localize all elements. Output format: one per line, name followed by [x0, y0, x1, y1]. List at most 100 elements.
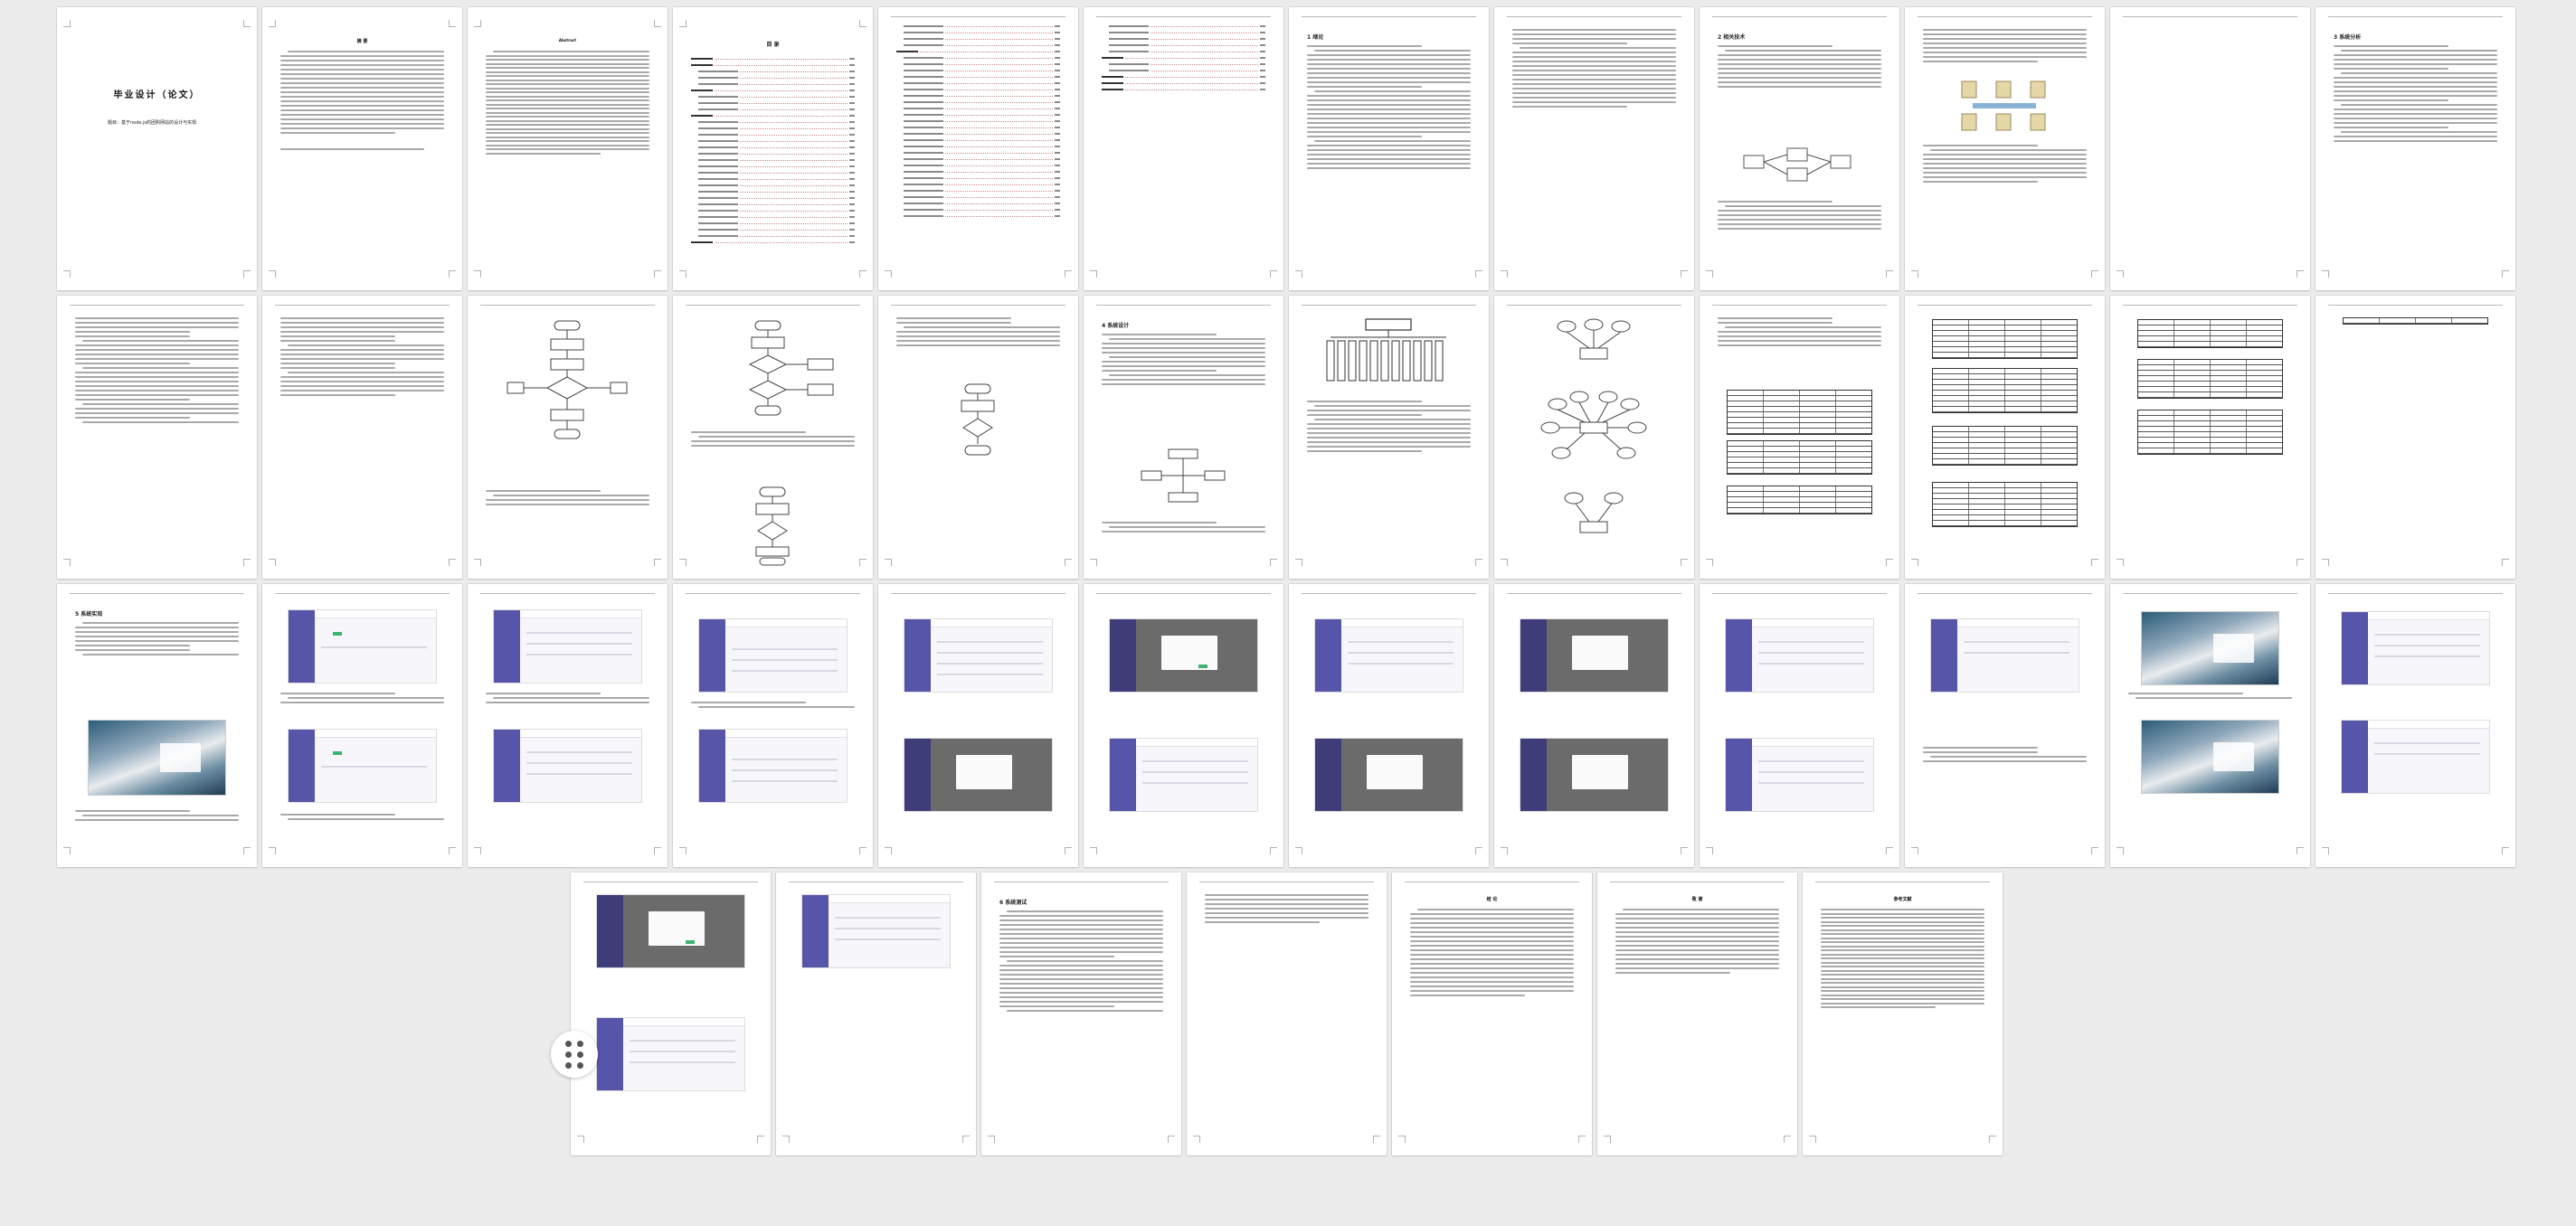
- page-thumbnail[interactable]: [1289, 296, 1489, 579]
- crop-mark: [269, 559, 276, 566]
- chapter-body: [1923, 747, 2087, 762]
- page-thumbnail[interactable]: [1905, 7, 2105, 290]
- admin-modal-screenshot: [1109, 618, 1258, 693]
- chapter-body: [75, 810, 239, 821]
- page-thumbnail[interactable]: [878, 7, 1078, 290]
- crop-mark: [1065, 847, 1072, 854]
- page-thumbnail[interactable]: 1 绪论: [1289, 7, 1489, 290]
- document-thumbnail-viewer: 毕业设计（论文） 题目：基于node.js的团购网站的设计与实现 摘 要 Abs…: [0, 0, 2576, 1226]
- admin-screenshot: [493, 729, 642, 803]
- header-rule: [275, 305, 450, 306]
- admin-screenshot: [1109, 738, 1258, 812]
- page-thumbnail[interactable]: [2316, 584, 2515, 867]
- crop-mark: [577, 1136, 584, 1143]
- crop-mark: [2322, 270, 2329, 278]
- page-thumbnail[interactable]: [1084, 584, 1283, 867]
- crop-mark: [1706, 559, 1713, 566]
- page-thumbnail[interactable]: Abstract: [468, 7, 668, 290]
- crop-mark: [243, 270, 251, 278]
- header-rule: [1712, 305, 1887, 306]
- chapter-body: [1102, 522, 1265, 533]
- data-table: [1932, 426, 2078, 466]
- page-thumbnail[interactable]: 致 谢: [1597, 872, 1797, 1155]
- page-thumbnail[interactable]: [2316, 296, 2515, 579]
- page-thumbnail[interactable]: [2110, 584, 2310, 867]
- chapter-body: [1923, 29, 2087, 62]
- crop-mark: [449, 847, 456, 854]
- chapter-body: [75, 317, 239, 423]
- architecture-diagram: [1743, 147, 1852, 182]
- page-thumbnail[interactable]: [1700, 296, 1899, 579]
- crop-mark: [2091, 847, 2098, 854]
- chapter-body: [691, 702, 855, 708]
- page-thumbnail[interactable]: [1700, 584, 1899, 867]
- crop-mark: [1065, 559, 1072, 566]
- chapter-body: [1615, 909, 1779, 974]
- page-thumbnail[interactable]: 目 录: [673, 7, 873, 290]
- header-rule: [1712, 593, 1887, 594]
- page-thumbnail[interactable]: [1494, 584, 1694, 867]
- crop-mark: [63, 559, 71, 566]
- crop-mark: [1501, 559, 1508, 566]
- page-grid-toggle-button[interactable]: [551, 1031, 598, 1078]
- crop-mark: [782, 1136, 790, 1143]
- admin-screenshot: [2341, 720, 2490, 794]
- page-thumbnail[interactable]: [468, 296, 668, 579]
- page-thumbnail[interactable]: 2 相关技术: [1700, 7, 1899, 290]
- crop-mark: [654, 270, 661, 278]
- page-thumbnail[interactable]: [1905, 584, 2105, 867]
- page-thumbnail[interactable]: [468, 584, 668, 867]
- crop-mark: [1681, 270, 1688, 278]
- page-thumbnail[interactable]: 摘 要: [262, 7, 462, 290]
- page-thumbnail[interactable]: [673, 584, 873, 867]
- page-thumbnail[interactable]: [673, 296, 873, 579]
- page-thumbnail[interactable]: 3 系统分析: [2316, 7, 2515, 290]
- page-thumbnail[interactable]: [1905, 296, 2105, 579]
- page-thumbnail[interactable]: 5 系统实现: [57, 584, 257, 867]
- function-structure-diagram: [1326, 318, 1446, 382]
- admin-screenshot: [698, 729, 848, 803]
- page-thumbnail[interactable]: 毕业设计（论文） 题目：基于node.js的团购网站的设计与实现: [57, 7, 257, 290]
- system-architecture-diagram: [1141, 448, 1226, 503]
- chapter-body: [486, 490, 649, 505]
- references-list: [1821, 909, 1984, 1008]
- crop-mark: [449, 270, 456, 278]
- page-thumbnail[interactable]: 参考文献: [1803, 872, 2003, 1155]
- page-thumbnail[interactable]: [262, 296, 462, 579]
- er-diagrams: [1540, 318, 1647, 533]
- page-thumbnail[interactable]: [878, 584, 1078, 867]
- crop-mark: [269, 20, 276, 27]
- header-rule: [1507, 305, 1681, 306]
- page-thumbnail[interactable]: [571, 872, 771, 1155]
- page-thumbnail[interactable]: [262, 584, 462, 867]
- page-thumbnail[interactable]: [2110, 7, 2310, 290]
- page-thumbnail[interactable]: [1084, 7, 1283, 290]
- page-thumbnail[interactable]: 4 系统设计: [1084, 296, 1283, 579]
- page-thumbnail[interactable]: [776, 872, 976, 1155]
- header-rule: [686, 305, 860, 306]
- chapter-body: 4 系统设计: [1102, 319, 1265, 385]
- cover-subtitle: 题目：基于node.js的团购网站的设计与实现: [108, 120, 197, 126]
- admin-screenshot: [1930, 618, 2079, 693]
- crop-mark: [1501, 847, 1508, 854]
- page-thumbnail[interactable]: [878, 296, 1078, 579]
- page-thumbnail[interactable]: [57, 296, 257, 579]
- crop-mark: [654, 20, 661, 27]
- page-thumbnail[interactable]: [1494, 296, 1694, 579]
- page-thumbnail[interactable]: [1289, 584, 1489, 867]
- crop-mark: [1295, 847, 1302, 854]
- chapter-body: 6 系统测试: [999, 896, 1163, 1012]
- crop-mark: [859, 559, 867, 566]
- page-thumbnail[interactable]: [2110, 296, 2310, 579]
- chapter-heading: 3 系统分析: [2334, 34, 2362, 41]
- header-rule: [2328, 305, 2503, 306]
- page-thumbnail[interactable]: 6 系统测试: [981, 872, 1181, 1155]
- page-thumbnail[interactable]: 结 论: [1392, 872, 1592, 1155]
- chapter-body: [691, 431, 855, 447]
- data-table: [2137, 410, 2283, 455]
- login-page-screenshot: [88, 720, 226, 796]
- chapter-body: [280, 317, 444, 396]
- crop-mark: [1706, 847, 1713, 854]
- page-thumbnail[interactable]: [1187, 872, 1387, 1155]
- page-thumbnail[interactable]: [1494, 7, 1694, 290]
